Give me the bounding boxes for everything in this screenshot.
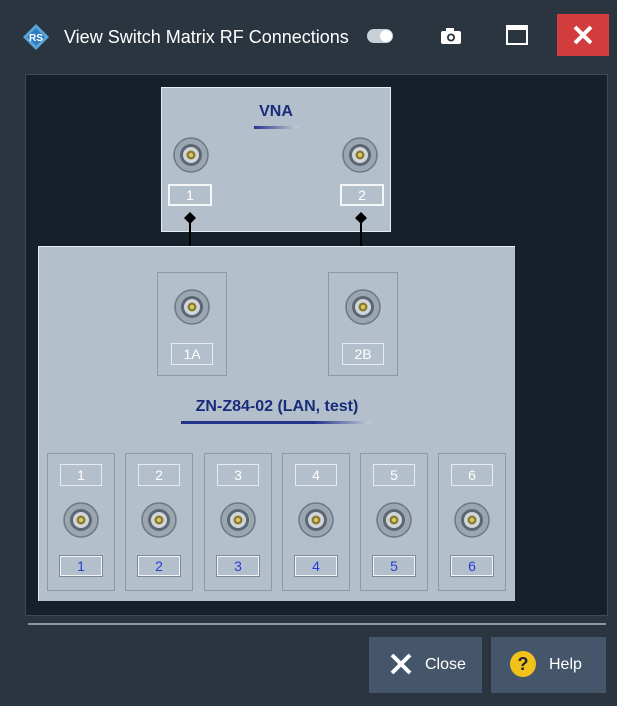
test-port-1: 1 1 — [47, 453, 115, 591]
camera-icon[interactable] — [440, 27, 462, 45]
title-bar[interactable]: RS View Switch Matrix RF Connections — [0, 0, 617, 74]
vna-port-2-label: 2 — [340, 184, 384, 206]
port-1a-connector-icon — [174, 289, 210, 325]
close-button[interactable]: Close — [369, 637, 482, 693]
test-port-1-tag: 1 — [60, 464, 102, 486]
test-port-1-number: 1 — [59, 555, 103, 577]
vna-port-1-connector-icon — [173, 137, 209, 173]
dialog-window: RS View Switch Matrix RF Connections VNA — [0, 0, 617, 706]
help-button-label: Help — [549, 656, 582, 673]
maximize-icon[interactable] — [506, 25, 528, 45]
switch-matrix-title: ZN-Z84-02 (LAN, test) — [195, 398, 359, 415]
test-port-5: 5 5 — [360, 453, 428, 591]
test-port-6-tag: 6 — [451, 464, 493, 486]
test-port-4-tag: 4 — [295, 464, 337, 486]
test-port-2-connector-icon — [141, 502, 177, 538]
svg-text:?: ? — [518, 654, 529, 674]
test-port-6: 6 6 — [438, 453, 506, 591]
test-port-5-number: 5 — [372, 555, 416, 577]
switch-matrix-title-underline — [181, 421, 371, 424]
svg-text:RS: RS — [29, 33, 43, 44]
test-port-4: 4 4 — [282, 453, 350, 591]
test-port-3: 3 3 — [204, 453, 272, 591]
vna-port-1-label: 1 — [168, 184, 212, 206]
matrix-vna-port-1a: 1A — [157, 272, 227, 376]
port-2b-connector-icon — [345, 289, 381, 325]
test-port-6-connector-icon — [454, 502, 490, 538]
help-button[interactable]: ? Help — [491, 637, 606, 693]
help-icon: ? — [510, 651, 536, 677]
test-port-3-number: 3 — [216, 555, 260, 577]
test-port-5-tag: 5 — [373, 464, 415, 486]
test-port-3-connector-icon — [220, 502, 256, 538]
test-port-2-tag: 2 — [138, 464, 180, 486]
toggle-icon[interactable] — [367, 29, 393, 43]
test-port-1-connector-icon — [63, 502, 99, 538]
matrix-vna-port-2b: 2B — [328, 272, 398, 376]
test-port-4-number: 4 — [294, 555, 338, 577]
footer-divider — [28, 623, 606, 625]
switch-matrix-panel: 1A 2B ZN-Z84-02 (LAN, test) 1 1 2 2 3 3 … — [38, 246, 515, 601]
vna-title: VNA — [259, 103, 293, 120]
vna-port-2-connector-icon — [342, 137, 378, 173]
window-close-button[interactable] — [557, 14, 609, 56]
port-2b-label: 2B — [342, 343, 384, 365]
test-port-3-tag: 3 — [217, 464, 259, 486]
test-port-4-connector-icon — [298, 502, 334, 538]
vna-title-underline — [254, 126, 298, 129]
window-title: View Switch Matrix RF Connections — [64, 27, 349, 47]
close-button-label: Close — [425, 656, 466, 673]
rohde-schwarz-logo-icon: RS — [23, 24, 49, 50]
test-port-5-connector-icon — [376, 502, 412, 538]
test-port-2: 2 2 — [125, 453, 193, 591]
test-port-2-number: 2 — [137, 555, 181, 577]
port-1a-label: 1A — [171, 343, 213, 365]
test-port-6-number: 6 — [450, 555, 494, 577]
close-x-icon — [390, 653, 412, 675]
close-icon — [573, 25, 593, 45]
